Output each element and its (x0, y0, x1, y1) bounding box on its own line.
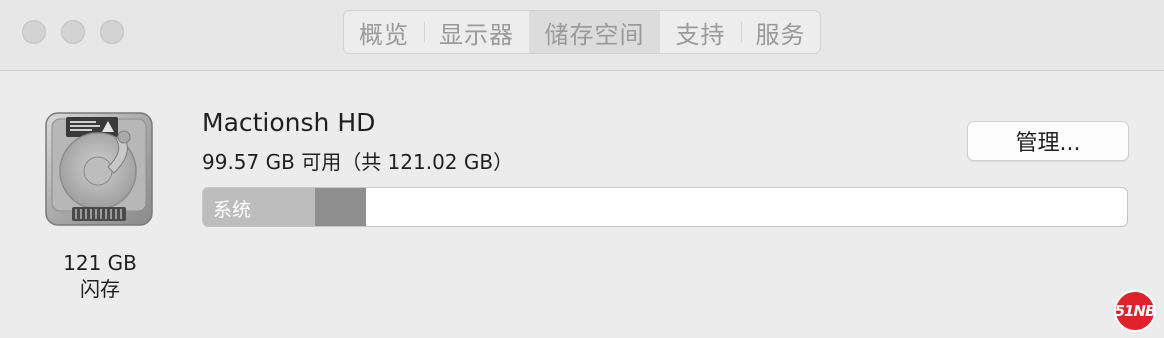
storage-segment-system-label: 系统 (213, 199, 252, 221)
disk-size-label: 121 GB (63, 251, 137, 275)
watermark-text: 51NB (1114, 302, 1157, 320)
system-info-window: 概览 显示器 储存空间 支持 服务 121 GB 闪存 Mactionsh HD… (0, 0, 1164, 338)
hard-drive-icon (44, 111, 154, 227)
tab-support[interactable]: 支持 (660, 11, 741, 53)
tab-overview[interactable]: 概览 (344, 11, 424, 53)
disk-caption: 121 GB 闪存 (40, 250, 160, 302)
tab-service[interactable]: 服务 (741, 11, 820, 53)
storage-segment-other[interactable] (315, 188, 366, 226)
zoom-button[interactable] (100, 20, 124, 44)
tab-storage[interactable]: 储存空间 (529, 11, 660, 53)
close-button[interactable] (22, 20, 46, 44)
disk-available-text: 99.57 GB 可用（共 121.02 GB） (202, 150, 514, 174)
disk-name: Mactionsh HD (202, 108, 376, 137)
watermark-logo: 51NB (1114, 290, 1156, 332)
tab-displays[interactable]: 显示器 (424, 11, 529, 53)
title-bar: 概览 显示器 储存空间 支持 服务 (0, 0, 1164, 71)
manage-button[interactable]: 管理... (967, 121, 1129, 161)
tab-bar: 概览 显示器 储存空间 支持 服务 (343, 10, 821, 54)
minimize-button[interactable] (61, 20, 85, 44)
window-controls (22, 20, 124, 44)
storage-usage-bar: 系统 (202, 187, 1128, 227)
disk-type-label: 闪存 (80, 277, 120, 301)
storage-segment-system[interactable]: 系统 (203, 188, 315, 226)
